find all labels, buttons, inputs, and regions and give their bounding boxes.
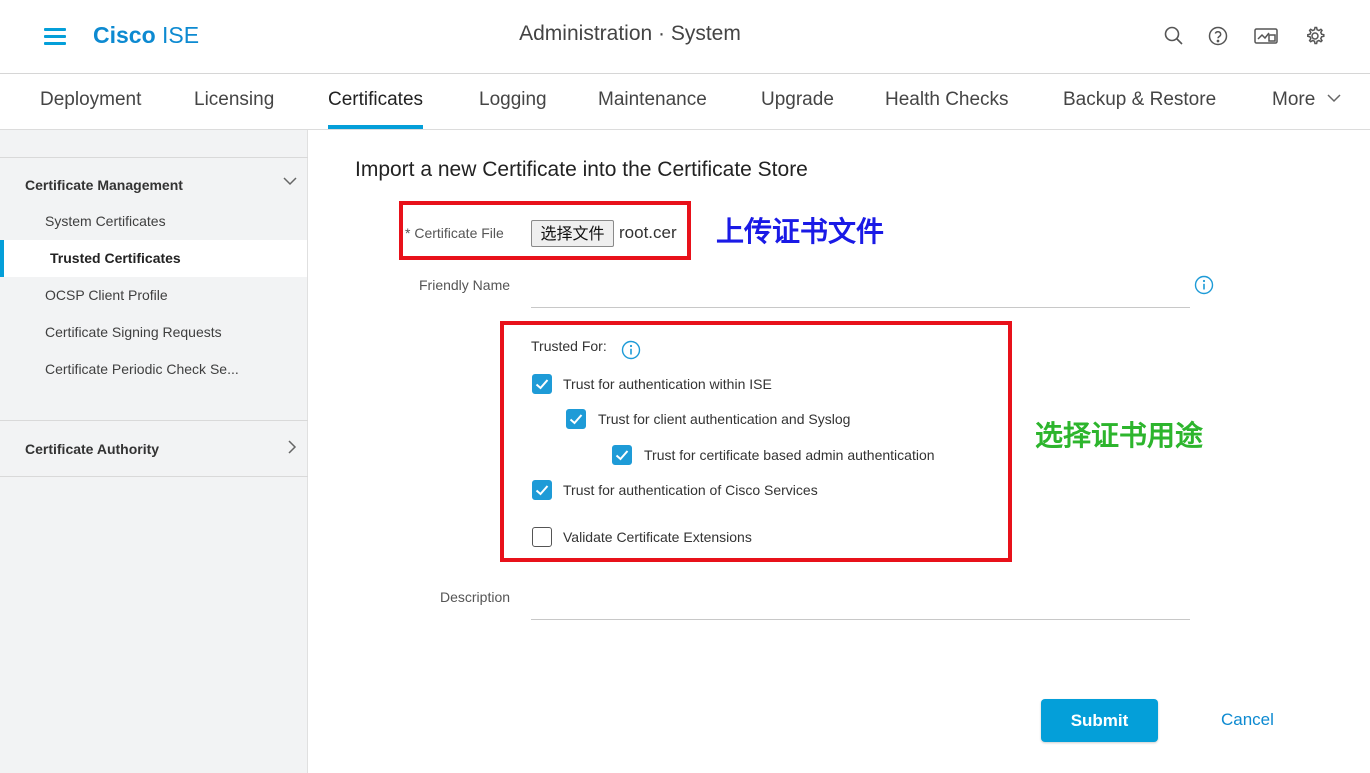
info-icon[interactable] bbox=[1194, 275, 1214, 295]
tab-deployment[interactable]: Deployment bbox=[40, 89, 141, 129]
search-icon[interactable] bbox=[1162, 24, 1186, 48]
tab-certificates[interactable]: Certificates bbox=[328, 89, 424, 129]
tab-health-checks[interactable]: Health Checks bbox=[885, 89, 1009, 129]
highlight-box-trusted-for bbox=[500, 321, 1012, 562]
tab-licensing[interactable]: Licensing bbox=[194, 89, 274, 129]
tab-upgrade[interactable]: Upgrade bbox=[761, 89, 834, 129]
sidebar-divider bbox=[0, 157, 308, 158]
sidebar-section-label: Certificate Management bbox=[25, 177, 183, 193]
friendly-name-label: Friendly Name bbox=[419, 277, 511, 293]
submit-button[interactable]: Submit bbox=[1041, 699, 1158, 742]
form-title: Import a new Certificate into the Certif… bbox=[355, 158, 808, 181]
sidebar-section-certificate-authority[interactable]: Certificate Authority bbox=[25, 440, 297, 457]
description-label: Description bbox=[440, 589, 511, 605]
sidebar-item-ocsp-client-profile[interactable]: OCSP Client Profile bbox=[0, 277, 307, 314]
sidebar-item-system-certificates[interactable]: System Certificates bbox=[0, 203, 307, 240]
tab-backup-restore[interactable]: Backup & Restore bbox=[1063, 89, 1216, 129]
highlight-box-certificate-file bbox=[399, 201, 691, 260]
tab-more[interactable]: More bbox=[1272, 89, 1341, 129]
top-tab-bar: Deployment Licensing Certificates Loggin… bbox=[0, 74, 1370, 130]
sidebar: Certificate Management System Certificat… bbox=[0, 130, 308, 773]
description-input[interactable] bbox=[531, 590, 1190, 620]
sidebar-section-label: Certificate Authority bbox=[25, 441, 160, 457]
cancel-button[interactable]: Cancel bbox=[1221, 710, 1274, 730]
dashboard-icon[interactable] bbox=[1253, 24, 1279, 48]
sidebar-item-certificate-signing-requests[interactable]: Certificate Signing Requests bbox=[0, 314, 307, 351]
chevron-down-icon bbox=[283, 177, 297, 186]
sidebar-item-certificate-periodic-check[interactable]: Certificate Periodic Check Se... bbox=[0, 351, 307, 388]
annotation-purpose: 选择证书用途 bbox=[1035, 419, 1204, 452]
sidebar-section-certificate-management[interactable]: Certificate Management bbox=[25, 177, 297, 193]
sidebar-item-trusted-certificates[interactable]: Trusted Certificates bbox=[0, 240, 307, 277]
sidebar-divider bbox=[0, 420, 308, 421]
chevron-down-icon bbox=[1327, 94, 1341, 103]
settings-icon[interactable] bbox=[1303, 24, 1327, 48]
tab-logging[interactable]: Logging bbox=[479, 89, 547, 129]
tab-maintenance[interactable]: Maintenance bbox=[598, 89, 707, 129]
help-icon[interactable] bbox=[1206, 24, 1230, 48]
app-header: Cisco ISE Administration · System bbox=[0, 0, 1370, 74]
friendly-name-input[interactable] bbox=[531, 278, 1190, 308]
chevron-right-icon bbox=[288, 440, 297, 454]
sidebar-divider bbox=[0, 476, 308, 477]
page-title: Administration · System bbox=[519, 22, 741, 45]
tab-more-label: More bbox=[1272, 89, 1316, 110]
annotation-upload: 上传证书文件 bbox=[716, 215, 885, 248]
